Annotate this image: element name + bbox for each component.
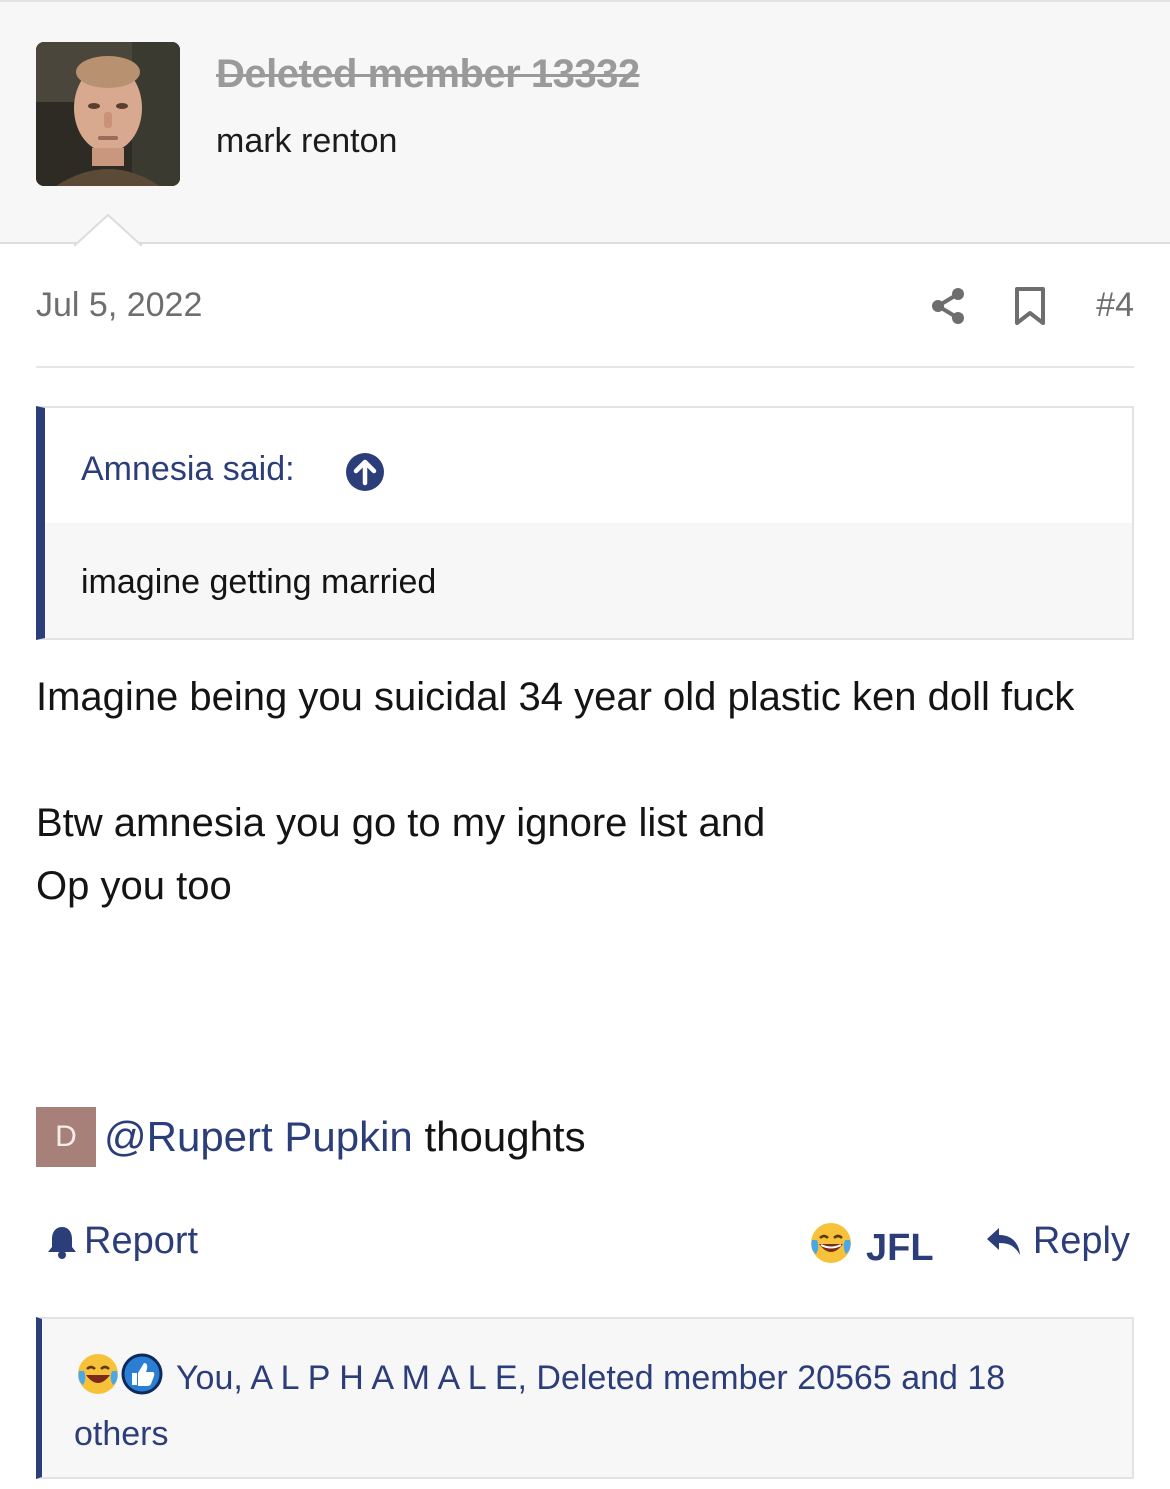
report-label: Report [84, 1220, 199, 1262]
meta-divider [36, 366, 1134, 368]
post-number[interactable]: #4 [1096, 286, 1134, 325]
jfl-label: JFL [866, 1226, 934, 1269]
post-actions: Report JFL Reply [36, 1216, 1134, 1272]
quote-header: Amnesia said: [45, 408, 1132, 523]
user-title: mark renton [216, 122, 398, 160]
post-meta: Jul 5, 2022 #4 [36, 286, 1134, 336]
reactions-text: You, A L P H A M A L E, Deleted member 2… [74, 1359, 1006, 1453]
mention-text: thoughts [412, 1113, 586, 1160]
quote-text: imagine getting married [81, 563, 437, 601]
reply-button[interactable]: Reply [985, 1220, 1130, 1263]
report-button[interactable]: Report [46, 1220, 198, 1263]
laughing-crying-emoji-icon [78, 1354, 118, 1394]
reactions-bar: You, A L P H A M A L E, Deleted member 2… [36, 1317, 1134, 1479]
quote-body: imagine getting married [45, 523, 1132, 638]
thumbs-up-emoji-icon [121, 1353, 163, 1395]
message-line: Imagine being you suicidal 34 year old p… [36, 675, 1075, 719]
mention-link[interactable]: @Rupert Pupkin [104, 1113, 413, 1161]
quote-author[interactable]: Amnesia said: [81, 450, 295, 489]
reaction-icons [74, 1351, 168, 1410]
share-icon[interactable] [930, 286, 966, 326]
quote-block: Amnesia said: imagine getting married [36, 406, 1134, 640]
mention-line: D @Rupert Pupkin thoughts [36, 1106, 586, 1168]
bell-icon [48, 1226, 76, 1259]
user-avatar[interactable] [36, 42, 180, 186]
username[interactable]: Deleted member 13332 [216, 52, 640, 97]
jfl-reaction-button[interactable]: JFL [808, 1220, 934, 1276]
reply-label: Reply [1032, 1220, 1130, 1262]
message-line: Btw amnesia you go to my ignore list and [36, 801, 766, 845]
arrow-up-circle-icon[interactable] [345, 452, 385, 492]
post-date[interactable]: Jul 5, 2022 [36, 286, 202, 325]
header-arrow-notch [74, 214, 142, 248]
message-line: Op you too [36, 864, 232, 908]
mention-avatar[interactable]: D [36, 1107, 96, 1167]
laughing-crying-emoji-icon [808, 1220, 854, 1276]
user-header: Deleted member 13332 mark renton [0, 0, 1170, 247]
bookmark-icon[interactable] [1012, 286, 1048, 326]
reply-arrow-icon [986, 1227, 1020, 1255]
post-message: Imagine being you suicidal 34 year old p… [36, 666, 1136, 918]
reactions-summary[interactable]: You, A L P H A M A L E, Deleted member 2… [74, 1351, 1094, 1458]
